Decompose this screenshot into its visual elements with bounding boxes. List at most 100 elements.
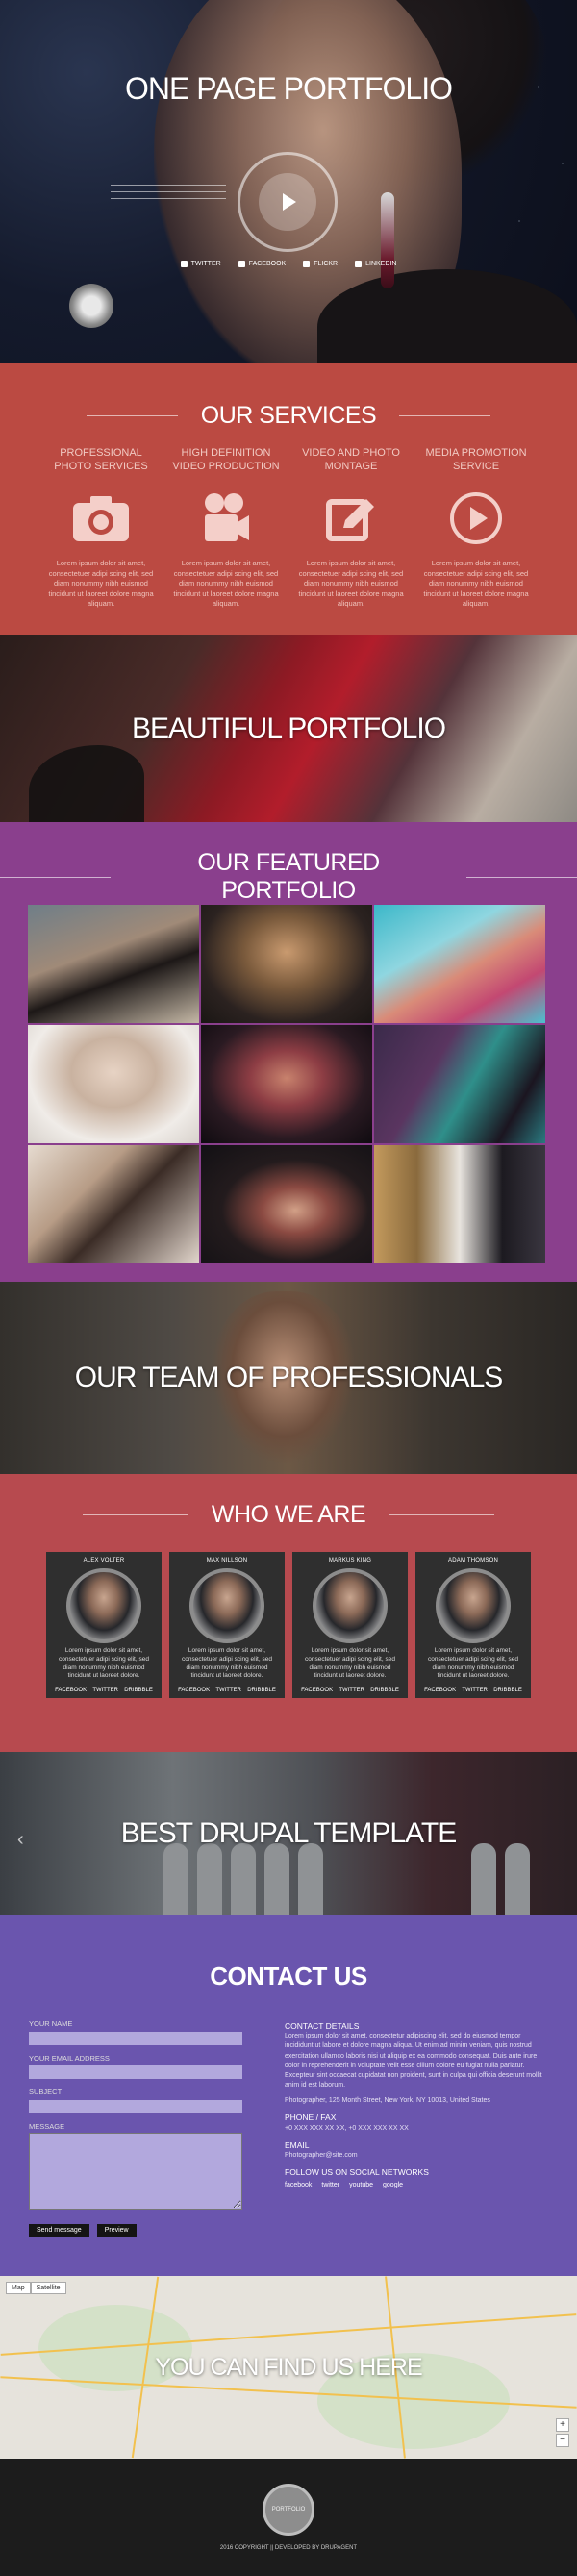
portfolio-item[interactable] — [28, 905, 199, 1023]
map-section[interactable]: Map Satellite YOU CAN FIND US HERE + − — [0, 2276, 577, 2459]
map-type-map-button[interactable]: Map — [6, 2282, 31, 2294]
play-video-button[interactable] — [238, 152, 338, 252]
member-link-facebook[interactable]: FACEBOOK — [55, 1688, 87, 1693]
title-rule — [82, 1514, 188, 1515]
contact-address: Photographer, 125 Month Street, New York… — [285, 2097, 490, 2105]
name-field[interactable] — [29, 2031, 242, 2045]
member-name: MARKUS KING — [328, 1558, 372, 1563]
linkedin-icon — [355, 261, 363, 267]
email-title: EMAIL — [285, 2139, 310, 2150]
contact-social-links: facebook twitter youtube google — [285, 2181, 542, 2190]
member-link-dribbble[interactable]: DRIBBBLE — [247, 1688, 276, 1693]
member-link-facebook[interactable]: FACEBOOK — [424, 1688, 456, 1693]
phone-value: +0 XXX XXX XX XX, +0 XXX XXX XX XX — [285, 2124, 409, 2132]
email-label: YOUR EMAIL ADDRESS — [29, 2053, 110, 2063]
social-link-flickr[interactable]: FLICKR — [303, 261, 338, 267]
email-field[interactable] — [29, 2065, 242, 2079]
member-name: ADAM THOMSON — [448, 1558, 498, 1563]
member-link-twitter[interactable]: TWITTER — [462, 1688, 488, 1693]
name-label: YOUR NAME — [29, 2019, 73, 2028]
contact-link-youtube[interactable]: youtube — [349, 2181, 373, 2190]
portfolio-item[interactable] — [374, 1025, 545, 1143]
member-bio: Lorem ipsum dolor sit amet, consectetuer… — [59, 1647, 149, 1680]
message-field[interactable] — [29, 2132, 242, 2210]
portfolio-item[interactable] — [28, 1025, 199, 1143]
edit-icon — [320, 488, 382, 549]
play-icon — [259, 173, 316, 231]
contact-details-title: CONTACT DETAILS — [285, 2021, 360, 2031]
drupal-banner-title: BEST DRUPAL TEMPLATE — [120, 1817, 457, 1849]
portfolio-item[interactable] — [28, 1145, 199, 1263]
social-label: TWITTER — [190, 261, 221, 267]
service-text: Lorem ipsum dolor sit amet, consectetuer… — [173, 559, 279, 608]
follow-title: FOLLOW US ON SOCIAL NETWORKS — [285, 2167, 429, 2178]
member-social-links: FACEBOOK TWITTER DRIBBBLE — [52, 1688, 156, 1693]
portfolio-banner: BEAUTIFUL PORTFOLIO — [0, 635, 577, 822]
team-member-card: MAX NILLSON Lorem ipsum dolor sit amet, … — [169, 1552, 285, 1698]
slider-prev-icon[interactable]: ‹ — [17, 1829, 24, 1851]
member-link-facebook[interactable]: FACEBOOK — [301, 1688, 333, 1693]
services-title-text: OUR SERVICES — [200, 402, 377, 429]
member-link-twitter[interactable]: TWITTER — [92, 1688, 118, 1693]
member-link-dribbble[interactable]: DRIBBBLE — [493, 1688, 522, 1693]
contact-details: CONTACT DETAILS Lorem ipsum dolor sit am… — [285, 2014, 542, 2190]
portfolio-item[interactable] — [374, 905, 545, 1023]
preview-button[interactable]: Preview — [96, 2223, 137, 2237]
footer-copyright: 2016 COPYRIGHT || DEVELOPED BY DRUPAGENT — [219, 2545, 358, 2551]
member-link-facebook[interactable]: FACEBOOK — [178, 1688, 210, 1693]
portfolio-item[interactable] — [201, 1145, 372, 1263]
title-rule — [389, 1514, 495, 1515]
service-text: Lorem ipsum dolor sit amet, consectetuer… — [423, 559, 529, 608]
map-type-satellite-button[interactable]: Satellite — [30, 2282, 66, 2294]
featured-portfolio-section: OUR FEATURED PORTFOLIO — [0, 822, 577, 1282]
member-link-twitter[interactable]: TWITTER — [339, 1688, 364, 1693]
portfolio-item[interactable] — [201, 905, 372, 1023]
hero-decorative-lines — [111, 185, 226, 205]
member-link-dribbble[interactable]: DRIBBBLE — [370, 1688, 399, 1693]
service-item: MEDIA PROMOTION SERVICE Lorem ipsum dolo… — [419, 447, 533, 610]
video-camera-icon — [195, 488, 257, 549]
footer-logo[interactable]: PORTFOLIO — [263, 2484, 314, 2536]
subject-field[interactable] — [29, 2099, 242, 2113]
contact-link-twitter[interactable]: twitter — [321, 2181, 339, 2190]
zoom-in-button[interactable]: + — [556, 2418, 569, 2432]
send-message-button[interactable]: Send message — [29, 2223, 89, 2237]
email-value[interactable]: Photographer@site.com — [285, 2151, 542, 2161]
portfolio-banner-title: BEAUTIFUL PORTFOLIO — [131, 712, 446, 744]
contact-link-google[interactable]: google — [383, 2181, 403, 2190]
service-title: HIGH DEFINITION VIDEO PRODUCTION — [172, 447, 280, 472]
drupal-banner: ‹ BEST DRUPAL TEMPLATE — [0, 1752, 577, 1915]
featured-title-text: OUR FEATURED PORTFOLIO — [197, 849, 380, 904]
zoom-out-button[interactable]: − — [556, 2434, 569, 2447]
flickr-icon — [303, 261, 311, 267]
team-banner: OUR TEAM OF PROFESSIONALS — [0, 1282, 577, 1474]
social-link-linkedin[interactable]: LINKEDIN — [355, 261, 396, 267]
map-type-control: Map Satellite — [6, 2282, 66, 2294]
phone-title: PHONE / FAX — [285, 2113, 337, 2123]
portfolio-item[interactable] — [374, 1145, 545, 1263]
social-link-facebook[interactable]: FACEBOOK — [238, 261, 286, 267]
map-banner-title: YOU CAN FIND US HERE — [155, 2353, 422, 2381]
social-link-twitter[interactable]: TWITTER — [180, 261, 221, 267]
services-section: OUR SERVICES PROFESSIONAL PHOTO SERVICES… — [0, 363, 577, 635]
contact-link-facebook[interactable]: facebook — [285, 2181, 312, 2190]
who-title-text: WHO WE ARE — [211, 1501, 366, 1528]
service-title: PROFESSIONAL PHOTO SERVICES — [54, 447, 148, 472]
member-name: MAX NILLSON — [206, 1558, 248, 1563]
service-text: Lorem ipsum dolor sit amet, consectetuer… — [48, 559, 154, 608]
service-title: VIDEO AND PHOTO MONTAGE — [302, 447, 400, 472]
who-we-are-section: WHO WE ARE ALEX VOLTER Lorem ipsum dolor… — [0, 1474, 577, 1752]
contact-title: CONTACT US — [210, 1962, 367, 1990]
member-link-twitter[interactable]: TWITTER — [215, 1688, 241, 1693]
member-link-dribbble[interactable]: DRIBBBLE — [124, 1688, 153, 1693]
avatar — [436, 1568, 511, 1643]
portfolio-item[interactable] — [201, 1025, 372, 1143]
team-member-card: MARKUS KING Lorem ipsum dolor sit amet, … — [292, 1552, 408, 1698]
banner-image-balustrade — [197, 1843, 222, 1915]
map-zoom-control: + − — [556, 2418, 569, 2447]
message-label: MESSAGE — [29, 2121, 65, 2131]
contact-section: CONTACT US YOUR NAME YOUR EMAIL ADDRESS … — [0, 1915, 577, 2276]
twitter-icon — [180, 261, 188, 267]
member-bio: Lorem ipsum dolor sit amet, consectetuer… — [305, 1647, 395, 1680]
banner-image-shoe — [29, 745, 144, 822]
